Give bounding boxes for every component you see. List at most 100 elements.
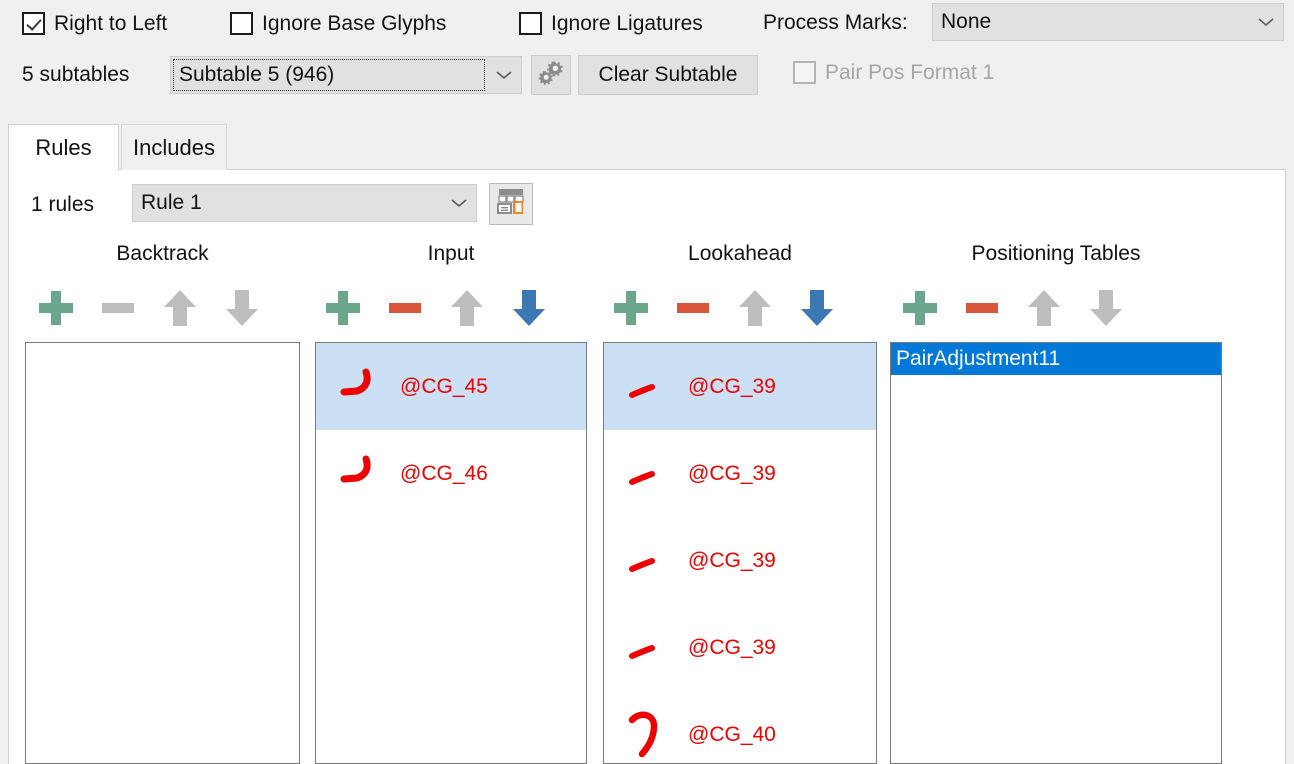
arrow-down-icon: [507, 286, 551, 330]
options-toolbar: Right to Left Ignore Base Glyphs Ignore …: [0, 0, 1294, 110]
checkbox-right-to-left[interactable]: Right to Left: [22, 6, 167, 40]
list-lookahead[interactable]: @CG_39 @CG_39 @CG_39 @CG_39 @CG_40: [603, 342, 877, 764]
table-report-icon: [496, 187, 526, 221]
lookahead-move-down-button[interactable]: [786, 284, 848, 332]
list-item-label: @CG_39: [688, 374, 776, 398]
toolbar-input: [312, 284, 560, 332]
plus-icon: [34, 286, 78, 330]
positioning-remove-button[interactable]: [951, 284, 1013, 332]
clear-subtable-label: Clear Subtable: [598, 63, 738, 86]
input-remove-button[interactable]: [374, 284, 436, 332]
checkbox-pair-pos-format-1-label: Pair Pos Format 1: [825, 60, 995, 84]
chevron-down-icon[interactable]: [487, 69, 521, 81]
checkbox-ignore-ligatures-box[interactable]: [519, 11, 542, 35]
list-item-label: @CG_40: [688, 722, 776, 746]
minus-icon: [383, 286, 427, 330]
positioning-move-up-button: [1013, 284, 1075, 332]
backtrack-move-down-button: [211, 284, 273, 332]
checkbox-ignore-base-glyphs[interactable]: Ignore Base Glyphs: [230, 6, 446, 40]
list-item[interactable]: @CG_39: [604, 604, 876, 691]
kashida-dash-glyph: [604, 446, 688, 502]
checkbox-ignore-base-glyphs-box[interactable]: [230, 11, 253, 35]
tab-strip: Rules Includes: [8, 124, 1286, 171]
minus-icon: [96, 286, 140, 330]
column-title-positioning-tables: Positioning Tables: [971, 242, 1141, 265]
reh-hook-glyph: [604, 707, 688, 763]
kashida-dash-glyph: [604, 620, 688, 676]
arrow-up-icon: [1022, 286, 1066, 330]
minus-icon: [671, 286, 715, 330]
input-move-up-button: [436, 284, 498, 332]
arrow-up-icon: [158, 286, 202, 330]
input-add-button[interactable]: [312, 284, 374, 332]
positioning-add-button[interactable]: [889, 284, 951, 332]
checkbox-right-to-left-label: Right to Left: [54, 11, 168, 35]
lookahead-add-button[interactable]: [600, 284, 662, 332]
input-move-down-button[interactable]: [498, 284, 560, 332]
arrow-down-icon: [1084, 286, 1128, 330]
backtrack-move-up-button: [149, 284, 211, 332]
gears-icon: [538, 59, 564, 91]
tab-includes[interactable]: Includes: [121, 124, 227, 170]
list-item-label: @CG_39: [688, 461, 776, 485]
clear-subtable-button[interactable]: Clear Subtable: [578, 55, 758, 95]
subtable-selected-value: Subtable 5 (946): [179, 63, 335, 86]
subtable-settings-button[interactable]: [531, 55, 571, 95]
lookahead-move-up-button: [724, 284, 786, 332]
checkbox-pair-pos-format-1-box: [793, 60, 816, 84]
lookahead-remove-button[interactable]: [662, 284, 724, 332]
list-item[interactable]: @CG_39: [604, 517, 876, 604]
process-marks-dropdown[interactable]: None: [932, 3, 1284, 41]
kashida-dash-glyph: [604, 533, 688, 589]
process-marks-value: None: [941, 10, 992, 33]
arrow-up-icon: [733, 286, 777, 330]
rule-dropdown[interactable]: Rule 1: [132, 184, 477, 222]
rule-table-view-button[interactable]: [489, 183, 533, 225]
arrow-down-icon: [795, 286, 839, 330]
chevron-down-icon[interactable]: [1249, 16, 1283, 28]
list-item[interactable]: @CG_39: [604, 430, 876, 517]
tab-includes-label: Includes: [133, 134, 215, 160]
list-item-label: @CG_45: [400, 374, 488, 398]
list-item-label: PairAdjustment11: [896, 347, 1061, 370]
checkbox-pair-pos-format-1: Pair Pos Format 1: [793, 55, 994, 89]
list-item-label: @CG_46: [400, 461, 488, 485]
list-item[interactable]: @CG_45: [316, 343, 586, 430]
arrow-down-icon: [220, 286, 264, 330]
process-marks-label: Process Marks:: [763, 11, 908, 34]
minus-icon: [960, 286, 1004, 330]
list-input[interactable]: @CG_45 @CG_46: [315, 342, 587, 764]
checkbox-ignore-ligatures[interactable]: Ignore Ligatures: [519, 6, 703, 40]
plus-icon: [609, 286, 653, 330]
chevron-down-icon[interactable]: [442, 197, 476, 209]
subtable-count-label: 5 subtables: [22, 63, 130, 86]
toolbar-positioning-tables: [889, 284, 1137, 332]
plus-icon: [321, 286, 365, 330]
checkbox-ignore-base-glyphs-label: Ignore Base Glyphs: [262, 11, 447, 35]
rules-count-label: 1 rules: [31, 193, 95, 216]
dal-final-glyph: [316, 446, 400, 502]
backtrack-remove-button: [87, 284, 149, 332]
tab-rules[interactable]: Rules: [8, 124, 119, 171]
list-item[interactable]: @CG_40: [604, 691, 876, 763]
backtrack-add-button[interactable]: [25, 284, 87, 332]
list-item[interactable]: @CG_39: [604, 343, 876, 430]
column-title-backtrack: Backtrack: [116, 242, 209, 265]
list-item[interactable]: @CG_46: [316, 430, 586, 517]
plus-icon: [898, 286, 942, 330]
arrow-up-icon: [445, 286, 489, 330]
subtable-dropdown[interactable]: Subtable 5 (946): [170, 56, 522, 94]
list-item[interactable]: PairAdjustment11: [891, 343, 1221, 375]
list-item-label: @CG_39: [688, 548, 776, 572]
checkbox-right-to-left-box[interactable]: [22, 11, 45, 35]
rule-selected-value: Rule 1: [141, 191, 202, 214]
tab-rules-label: Rules: [35, 135, 92, 160]
toolbar-backtrack: [25, 284, 273, 332]
list-backtrack[interactable]: [25, 342, 300, 764]
checkbox-ignore-ligatures-label: Ignore Ligatures: [551, 11, 703, 35]
list-item-label: @CG_39: [688, 635, 776, 659]
column-title-input: Input: [427, 242, 475, 265]
list-positioning-tables[interactable]: PairAdjustment11: [890, 342, 1222, 764]
column-title-lookahead: Lookahead: [688, 242, 792, 265]
positioning-move-down-button: [1075, 284, 1137, 332]
